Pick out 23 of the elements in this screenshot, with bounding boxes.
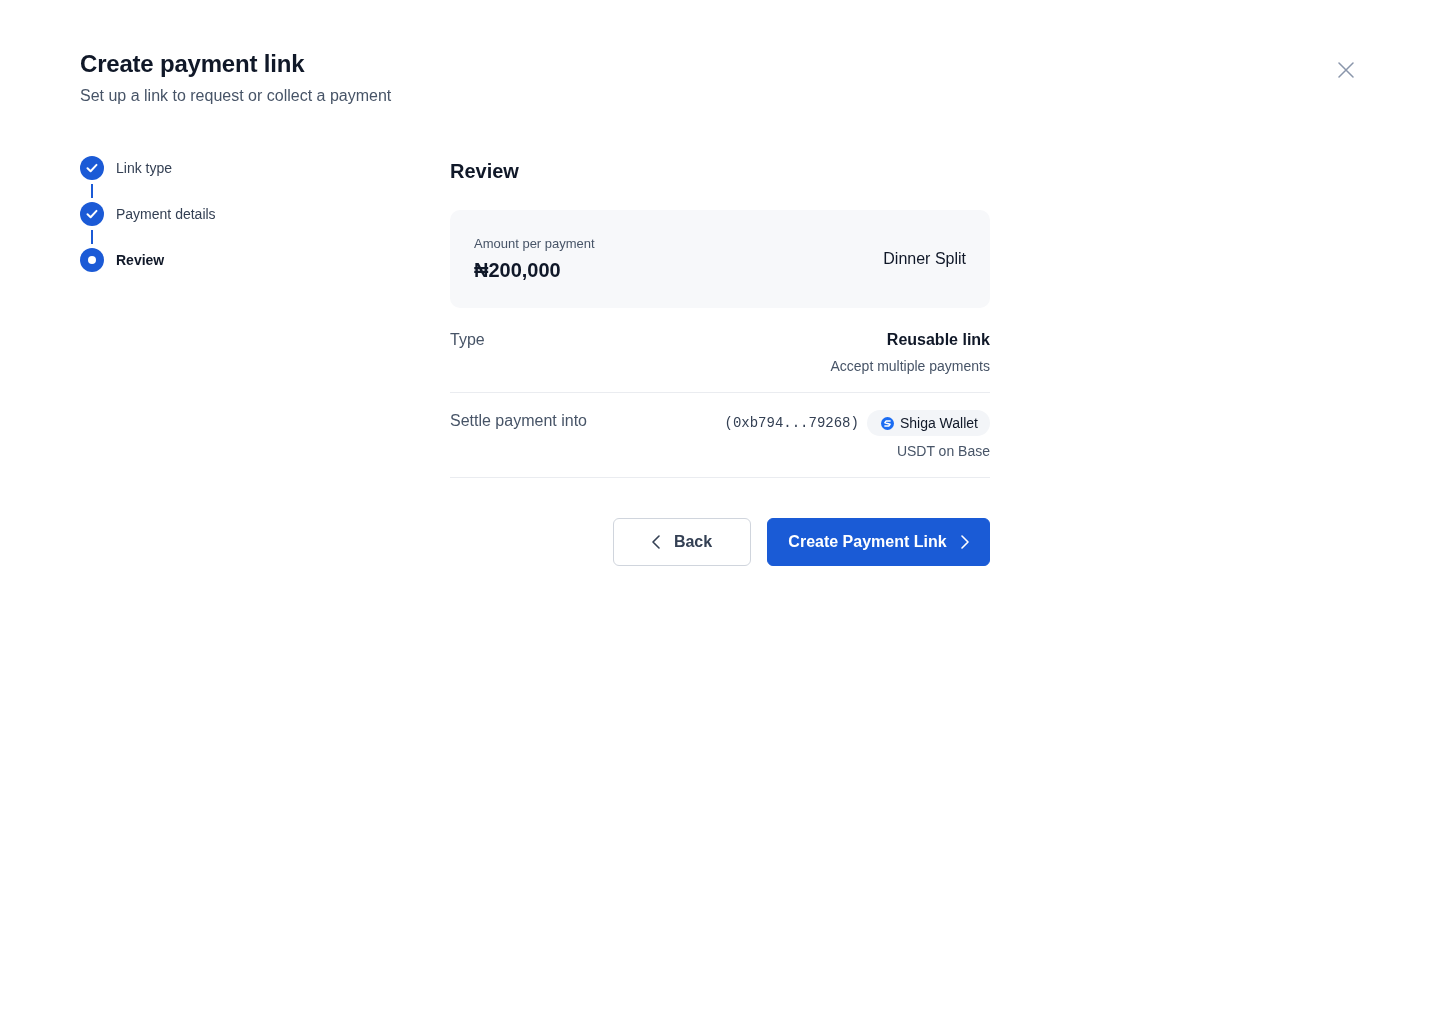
create-payment-link-button[interactable]: Create Payment Link — [767, 518, 990, 566]
row-note: Accept multiple payments — [830, 357, 990, 376]
back-button[interactable]: Back — [613, 518, 751, 566]
amount-label: Amount per payment — [474, 235, 595, 253]
dialog-title: Create payment link — [80, 49, 306, 79]
step-label: Link type — [116, 159, 173, 178]
close-icon — [1338, 62, 1354, 78]
chevron-left-icon — [651, 535, 660, 549]
amount-value: ₦200,000 — [474, 258, 562, 283]
step-label: Payment details — [116, 205, 216, 224]
section-heading: Review — [450, 159, 520, 184]
row-label: Type — [450, 330, 485, 350]
link-name: Dinner Split — [883, 249, 966, 269]
wallet-name: Shiga Wallet — [899, 414, 978, 432]
chevron-right-icon — [960, 535, 969, 549]
row-value: Reusable link — [886, 330, 990, 350]
dialog-subtitle: Set up a link to request or collect a payment — [80, 86, 392, 106]
close-button[interactable] — [1338, 62, 1354, 78]
row-label: Settle payment into — [450, 411, 587, 431]
wallet-address: (0xb794...79268) — [724, 415, 859, 431]
step-label: Review — [116, 251, 165, 270]
row-note: USDT on Base — [896, 442, 990, 461]
wallet-logo-icon — [880, 416, 894, 430]
